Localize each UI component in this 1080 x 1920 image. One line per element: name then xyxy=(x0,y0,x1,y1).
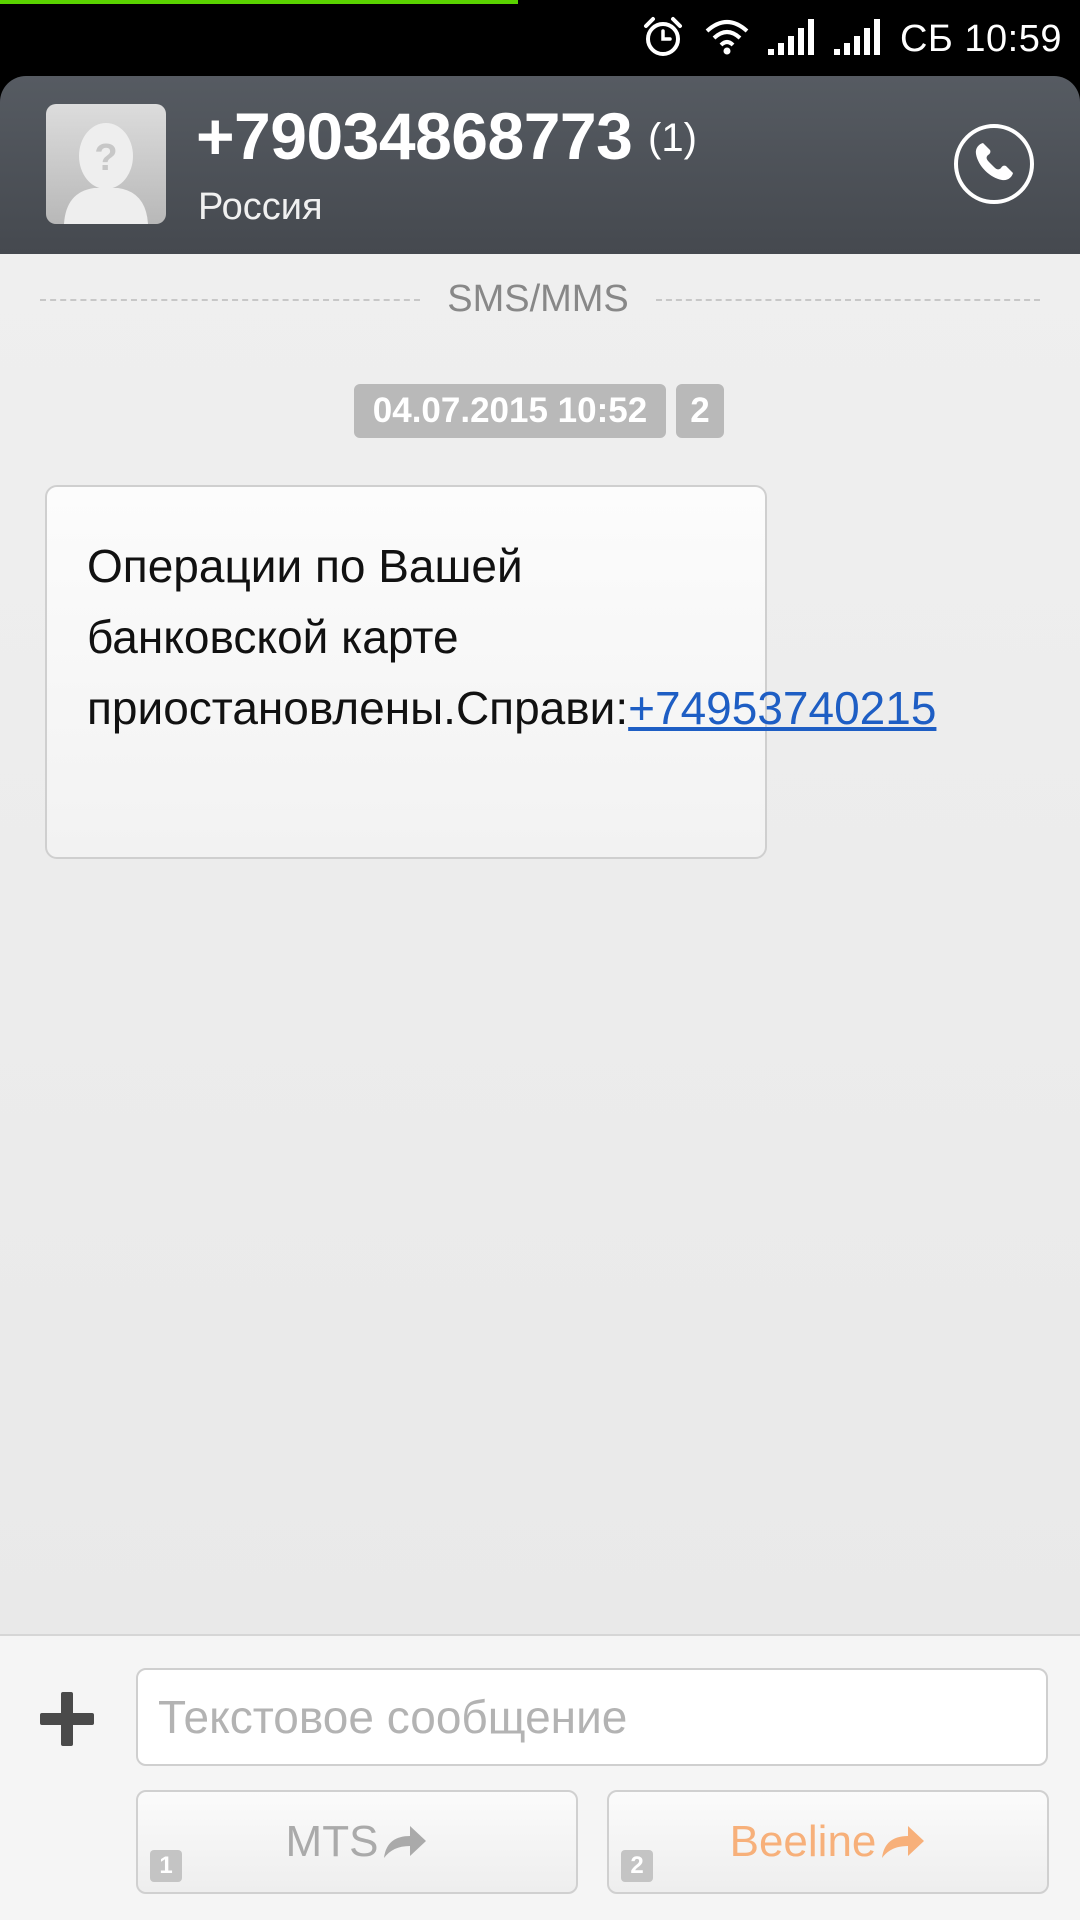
attach-button[interactable] xyxy=(34,1686,100,1752)
phone-link[interactable]: +74953740215 xyxy=(628,682,936,734)
message-list[interactable]: SMS/MMS 04.07.2015 10:52 2 Операции по В… xyxy=(0,254,1080,1634)
message-input[interactable] xyxy=(136,1668,1048,1766)
status-icons: СБ 10:59 xyxy=(640,14,1062,64)
unknown-contact-icon[interactable]: ? xyxy=(46,104,166,224)
unread-count: (1) xyxy=(648,116,697,160)
send-sim2-label: Beeline xyxy=(729,1817,877,1866)
send-sim1-label: MTS xyxy=(285,1817,379,1866)
plus-icon xyxy=(34,1692,100,1756)
contact-country: Россия xyxy=(198,186,323,228)
send-arrow-icon xyxy=(880,1824,926,1860)
status-clock: СБ 10:59 xyxy=(900,18,1062,61)
message-text: Операции по Вашей банковской карте приос… xyxy=(87,531,936,744)
svg-text:?: ? xyxy=(94,137,117,179)
conversation-header: ? +79034868773 (1) Россия xyxy=(0,76,1080,254)
send-arrow-icon xyxy=(382,1824,428,1860)
status-bar: СБ 10:59 xyxy=(0,0,1080,76)
status-time: 10:59 xyxy=(964,17,1062,60)
divider-label: SMS/MMS xyxy=(447,278,629,320)
status-progress-indicator xyxy=(0,0,519,4)
send-sim2-button[interactable]: Beeline 2 xyxy=(607,1790,1049,1894)
send-sim1-button[interactable]: MTS 1 xyxy=(136,1790,578,1894)
divider-line-left xyxy=(40,299,420,301)
sim1-indicator: 1 xyxy=(150,1850,182,1882)
divider-line-right xyxy=(656,299,1040,301)
call-button[interactable] xyxy=(954,124,1034,204)
contact-number: +79034868773 xyxy=(196,99,633,173)
alarm-icon xyxy=(640,14,686,64)
sim-badge: 2 xyxy=(676,384,724,438)
message-timestamp: 04.07.2015 10:52 xyxy=(354,384,666,438)
signal-sim1-icon xyxy=(767,19,816,59)
sim2-indicator: 2 xyxy=(621,1850,653,1882)
status-day: СБ xyxy=(899,17,954,60)
composer: MTS 1 Beeline 2 xyxy=(0,1634,1080,1920)
wifi-icon xyxy=(704,17,750,61)
message-bubble[interactable]: Операции по Вашей банковской карте приос… xyxy=(45,485,936,859)
signal-sim2-icon xyxy=(833,19,882,59)
phone-icon xyxy=(971,139,1017,189)
message-type-divider: SMS/MMS xyxy=(40,278,1040,322)
message-body: Операции по Вашей банковской карте приос… xyxy=(87,540,629,734)
